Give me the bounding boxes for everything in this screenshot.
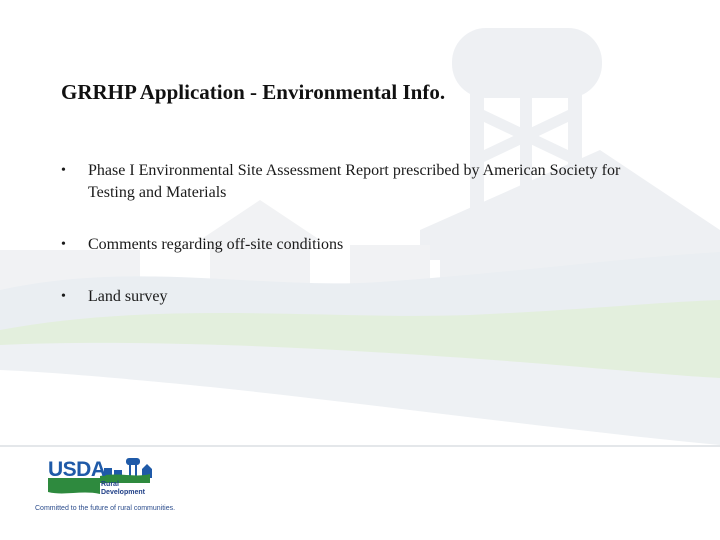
agency-name-line2: Development — [101, 489, 145, 496]
bullet-text: Phase I Environmental Site Assessment Re… — [88, 162, 621, 201]
bullet-marker: • — [61, 163, 66, 178]
logo-tower-icon — [126, 458, 140, 465]
bullet-marker: • — [61, 289, 66, 304]
water-tower-tank — [452, 28, 602, 98]
bullet-item: • Comments regarding off-site conditions — [60, 234, 660, 256]
usda-wordmark: USDA — [48, 458, 106, 481]
agency-name-line1: Rural — [101, 481, 119, 488]
bullet-item: • Phase I Environmental Site Assessment … — [60, 160, 660, 204]
bullet-list: • Phase I Environmental Site Assessment … — [60, 160, 660, 308]
bullet-item: • Land survey — [60, 286, 660, 308]
slide: GRRHP Application - Environmental Info. … — [0, 0, 720, 540]
bullet-marker: • — [61, 237, 66, 252]
bullet-text: Land survey — [88, 288, 168, 305]
bullet-text: Comments regarding off-site conditions — [88, 236, 344, 253]
slide-title: GRRHP Application - Environmental Info. — [61, 80, 446, 104]
footer-tagline: Committed to the future of rural communi… — [35, 505, 176, 512]
